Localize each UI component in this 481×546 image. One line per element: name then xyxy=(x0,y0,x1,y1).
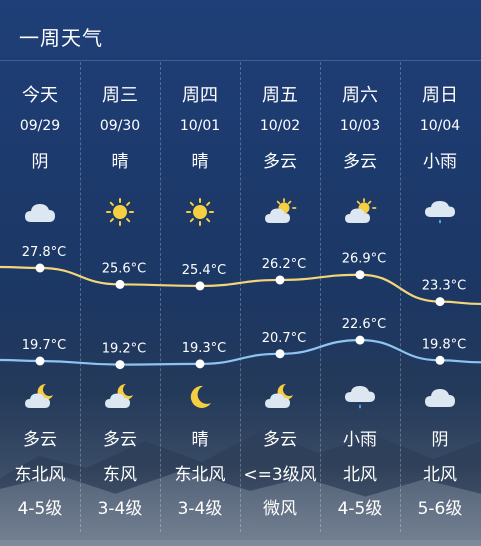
high-temp-point xyxy=(195,281,205,291)
high-temp-label: 26.2°C xyxy=(262,257,307,272)
high-temp-label: 27.8°C xyxy=(22,245,67,260)
low-temp-label: 19.2°C xyxy=(102,342,147,357)
low-temp-point xyxy=(435,355,445,365)
low-temp-point xyxy=(35,356,45,366)
low-temp-label: 22.6°C xyxy=(342,317,387,332)
low-temp-label: 20.7°C xyxy=(262,331,307,346)
high-temp-label: 25.4°C xyxy=(182,263,227,278)
low-temp-point xyxy=(195,359,205,369)
high-temp-point xyxy=(275,275,285,285)
high-temp-label: 26.9°C xyxy=(342,252,387,267)
high-temp-point xyxy=(35,263,45,273)
temperature-chart: 27.8°C 25.6°C 25.4°C 26.2°C 26.9°C 23.3°C 19.7… xyxy=(0,245,481,370)
low-temp-point xyxy=(355,335,365,345)
low-temp-point xyxy=(115,360,125,370)
low-temp-point xyxy=(275,349,285,359)
low-temp-label: 19.7°C xyxy=(22,338,67,353)
high-temp-label: 25.6°C xyxy=(102,261,147,276)
high-temp-line xyxy=(0,265,481,306)
bottom-bar xyxy=(0,540,481,546)
low-temp-label: 19.3°C xyxy=(182,341,227,356)
high-temp-point xyxy=(115,279,125,289)
high-temp-label: 23.3°C xyxy=(422,279,467,294)
low-temp-label: 19.8°C xyxy=(422,337,467,352)
low-temp-line xyxy=(0,339,481,366)
high-temp-point xyxy=(355,270,365,280)
high-temp-point xyxy=(435,297,445,307)
